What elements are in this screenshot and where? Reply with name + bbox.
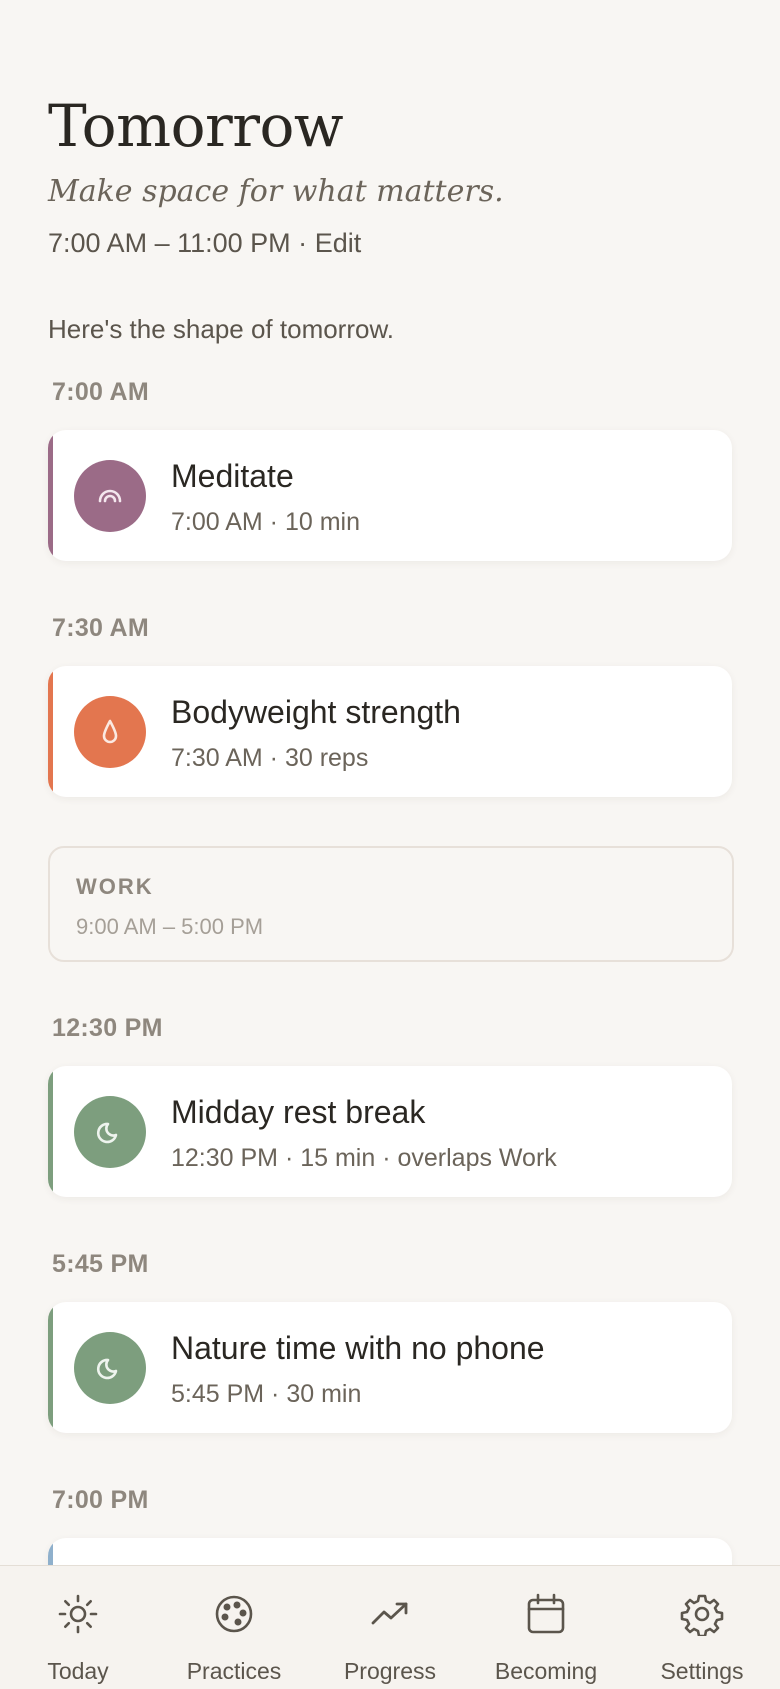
practice-meta: 5:45 PM · 30 min: [171, 1380, 362, 1408]
tab-progress[interactable]: Progress: [312, 1566, 468, 1689]
tab-label: Progress: [343, 1658, 437, 1684]
practice-name: Bodyweight strength: [171, 694, 461, 730]
time-label: 5:45 PM: [52, 1250, 149, 1278]
work-block[interactable]: WORK 9:00 AM – 5:00 PM: [48, 846, 734, 962]
tab-label: Today: [47, 1658, 109, 1684]
practice-card-meditate[interactable]: Meditate 7:00 AM · 10 min: [48, 430, 732, 561]
practice-meta: 12:30 PM · 15 min · overlaps Work: [171, 1144, 557, 1172]
moon-icon: [74, 1096, 146, 1168]
moon-icon: [74, 1332, 146, 1404]
edit-hours-link[interactable]: Edit: [315, 228, 362, 258]
time-label: 12:30 PM: [52, 1014, 163, 1042]
palette-icon: [215, 1595, 253, 1633]
droplet-icon: [74, 696, 146, 768]
practice-name: Midday rest break: [171, 1094, 426, 1130]
tab-practices[interactable]: Practices: [156, 1566, 312, 1689]
time-label: 7:30 AM: [52, 614, 150, 642]
sun-icon: [58, 1594, 98, 1634]
page-tagline: Make space for what matters.: [48, 174, 504, 209]
tab-settings[interactable]: Settings: [624, 1566, 780, 1689]
gear-icon: [680, 1594, 724, 1636]
day-hours: 7:00 AM – 11:00 PM · Edit: [48, 228, 361, 259]
tab-label: Becoming: [494, 1658, 598, 1684]
practice-name: Nature time with no phone: [171, 1330, 545, 1366]
rainbow-icon: [74, 460, 146, 532]
practice-card-nature-time[interactable]: Nature time with no phone 5:45 PM · 30 m…: [48, 1302, 732, 1433]
practice-meta: 7:30 AM · 30 reps: [171, 744, 369, 772]
work-block-label: WORK: [76, 874, 154, 899]
card-accent-bar: [48, 1066, 53, 1197]
work-block-time: 9:00 AM – 5:00 PM: [76, 914, 264, 939]
time-label: 7:00 PM: [52, 1486, 149, 1514]
calendar-icon: [527, 1593, 565, 1634]
practice-meta: 7:00 AM · 10 min: [171, 508, 360, 536]
hours-separator: ·: [298, 228, 308, 258]
time-label: 7:00 AM: [52, 378, 150, 406]
intro-text: Here's the shape of tomorrow.: [48, 314, 395, 344]
tab-bar: Today Practices Progress Becoming Settin…: [0, 1565, 780, 1689]
tab-becoming[interactable]: Becoming: [468, 1566, 624, 1689]
tab-label: Practices: [186, 1658, 282, 1684]
card-accent-bar: [48, 1302, 53, 1433]
page-title: Tomorrow: [48, 92, 344, 160]
practice-card-bodyweight-strength[interactable]: Bodyweight strength 7:30 AM · 30 reps: [48, 666, 732, 797]
trend-up-icon: [371, 1602, 408, 1625]
schedule-screen: Tomorrow Make space for what matters. 7:…: [0, 0, 780, 1565]
practice-card-evening[interactable]: [48, 1538, 732, 1565]
day-hours-range: 7:00 AM – 11:00 PM: [48, 228, 291, 258]
card-accent-bar: [48, 666, 53, 797]
tab-today[interactable]: Today: [0, 1566, 156, 1689]
card-accent-bar: [48, 430, 53, 561]
tab-label: Settings: [660, 1658, 744, 1684]
practice-card-midday-rest-break[interactable]: Midday rest break 12:30 PM · 15 min · ov…: [48, 1066, 732, 1197]
card-accent-bar: [48, 1538, 53, 1565]
practice-name: Meditate: [171, 458, 294, 494]
